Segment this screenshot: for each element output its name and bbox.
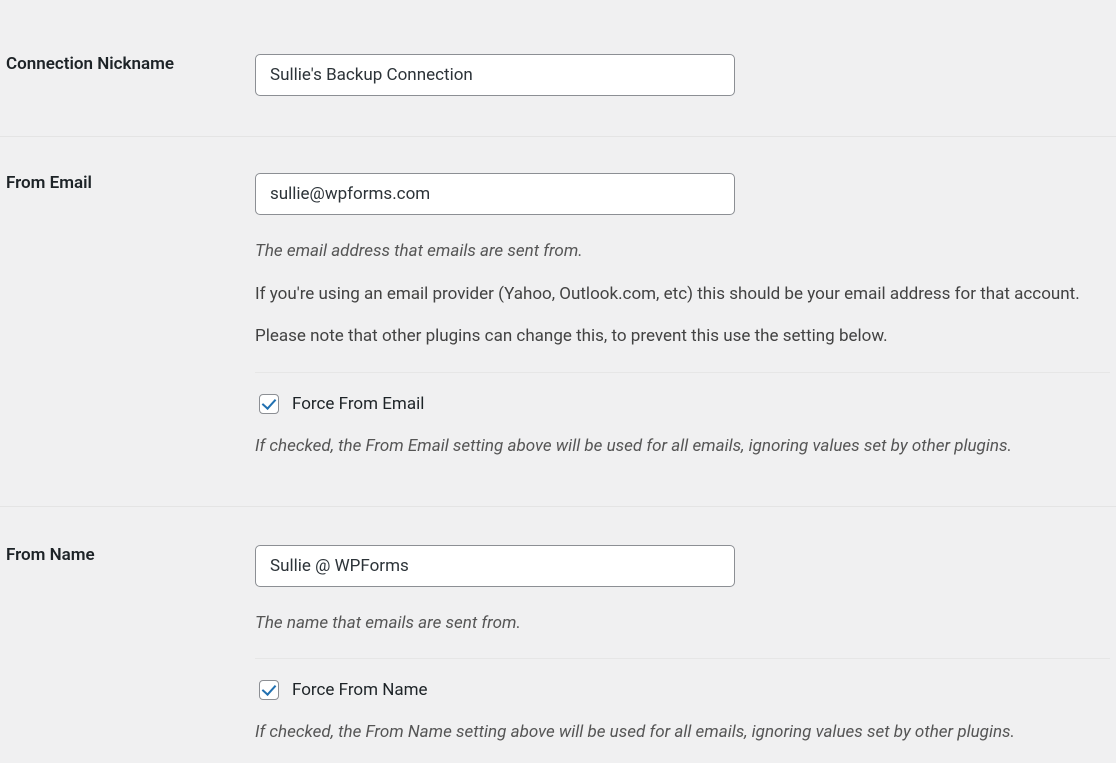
from-email-label: From Email: [6, 173, 92, 193]
from-email-input[interactable]: [255, 173, 735, 215]
force-from-name-row: Force From Name: [255, 677, 1110, 703]
from-email-desc-3: Please note that other plugins can chang…: [255, 324, 1110, 350]
separator: [255, 658, 1110, 659]
force-from-email-label[interactable]: Force From Email: [292, 394, 424, 414]
from-name-label: From Name: [6, 545, 95, 565]
row-from-email: From Email The email address that emails…: [0, 137, 1116, 507]
from-name-input[interactable]: [255, 545, 735, 587]
from-name-desc: The name that emails are sent from.: [255, 611, 1110, 637]
settings-table: Connection Nickname From Email The email…: [0, 0, 1116, 763]
connection-nickname-input[interactable]: [255, 54, 735, 96]
force-from-name-checkbox[interactable]: [259, 680, 279, 700]
row-connection-nickname: Connection Nickname: [0, 0, 1116, 137]
force-from-email-desc: If checked, the From Email setting above…: [255, 433, 1110, 459]
force-from-email-checkbox[interactable]: [259, 394, 279, 414]
connection-nickname-label: Connection Nickname: [6, 54, 174, 74]
separator: [255, 372, 1110, 373]
force-from-email-row: Force From Email: [255, 391, 1110, 417]
from-email-desc-2: If you're using an email provider (Yahoo…: [255, 282, 1110, 308]
from-email-desc-1: The email address that emails are sent f…: [255, 239, 1110, 265]
row-from-name: From Name The name that emails are sent …: [0, 506, 1116, 762]
force-from-name-label[interactable]: Force From Name: [292, 680, 428, 700]
force-from-name-desc: If checked, the From Name setting above …: [255, 719, 1110, 745]
